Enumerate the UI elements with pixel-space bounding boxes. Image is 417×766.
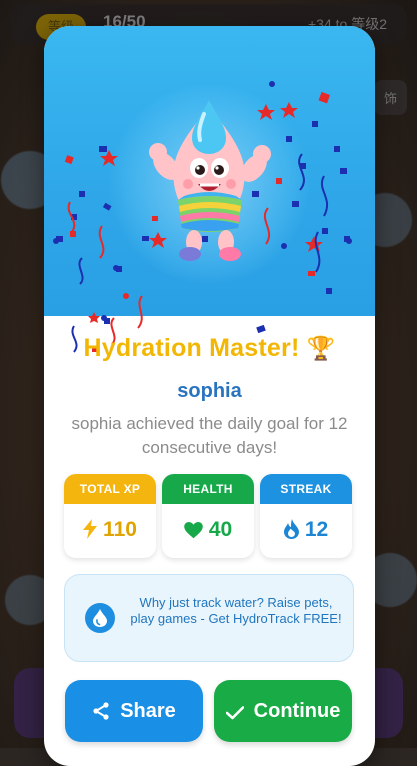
share-label: Share xyxy=(120,699,176,722)
lightning-icon xyxy=(83,519,98,539)
celebration-hero xyxy=(44,26,375,353)
water-drop-icon xyxy=(85,603,115,633)
stats-row: TOTAL XP 110 HEALTH 40 STREAK 12 xyxy=(64,474,354,558)
continue-label: Continue xyxy=(253,699,341,722)
stat-label: TOTAL XP xyxy=(64,474,156,504)
promo-text: Why just track water? Raise pets, play g… xyxy=(130,595,342,626)
stat-card-health: HEALTH 40 xyxy=(162,474,254,558)
achievement-modal: Hydration Master! 🏆 sophia sophia achiev… xyxy=(44,26,375,766)
stat-label: HEALTH xyxy=(162,474,254,504)
trophy-icon: 🏆 xyxy=(306,335,336,361)
username: sophia xyxy=(177,380,242,402)
stat-card-streak: STREAK 12 xyxy=(260,474,352,558)
share-button[interactable]: Share xyxy=(65,680,203,742)
share-icon xyxy=(93,701,109,720)
continue-button[interactable]: Continue xyxy=(214,680,352,742)
flame-icon xyxy=(283,519,299,539)
checkmark-icon xyxy=(225,705,244,719)
stat-value: 40 xyxy=(162,518,254,542)
heart-icon xyxy=(184,522,203,539)
stat-value: 110 xyxy=(64,518,156,542)
water-drop-mascot-image xyxy=(149,100,271,261)
app-promo-banner[interactable]: Why just track water? Raise pets, play g… xyxy=(64,574,354,662)
stat-label: STREAK xyxy=(260,474,352,504)
achievement-description: sophia achieved the daily goal for 12 co… xyxy=(71,414,348,457)
stat-card-total-xp: TOTAL XP 110 xyxy=(64,474,156,558)
stat-value: 12 xyxy=(260,518,352,542)
achievement-title: Hydration Master! 🏆 xyxy=(83,334,336,362)
